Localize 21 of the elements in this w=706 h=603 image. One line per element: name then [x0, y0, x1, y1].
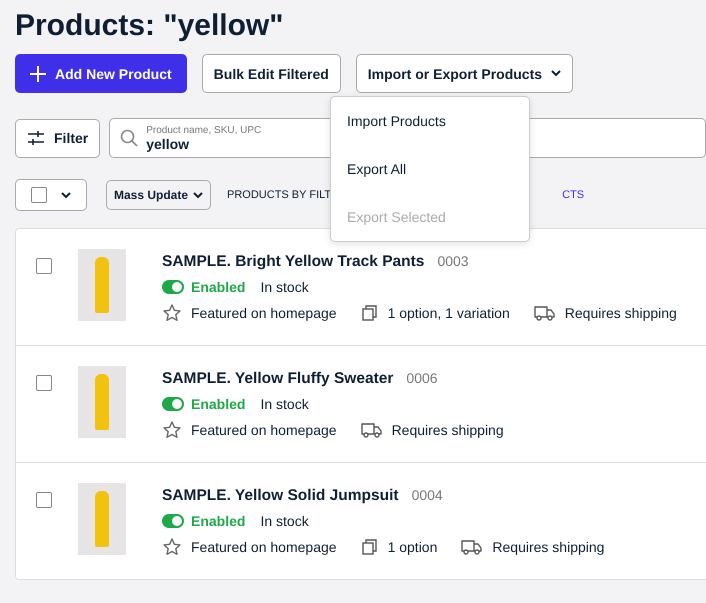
feature-label: Requires shipping [492, 539, 604, 555]
feature-label: 1 option [388, 539, 438, 555]
field-label: Product name, SKU, UPC [146, 124, 262, 136]
status-label: Enabled [191, 513, 246, 529]
stock-status: In stock [260, 513, 309, 529]
search-value: yellow [146, 136, 190, 152]
feature-label: Featured on homepage [191, 539, 337, 555]
product-sku: 0003 [437, 253, 469, 269]
product-sku: 0006 [406, 370, 438, 386]
stock-status: In stock [260, 396, 309, 412]
filter-scope-text: PRODUCTS BY FILT [227, 189, 332, 201]
page-title: Products: "yellow" [15, 8, 284, 44]
status-label: Enabled [191, 279, 246, 295]
feature-label: Featured on homepage [191, 305, 337, 321]
product-sku: 0004 [412, 487, 443, 503]
status-label: Enabled [191, 396, 246, 412]
feature-label: 1 option, 1 variation [388, 305, 510, 321]
feature-label: Requires shipping [564, 305, 677, 321]
feature-label: Featured on homepage [191, 422, 337, 438]
feature-label: Requires shipping [392, 422, 504, 438]
stock-status: In stock [260, 279, 309, 295]
